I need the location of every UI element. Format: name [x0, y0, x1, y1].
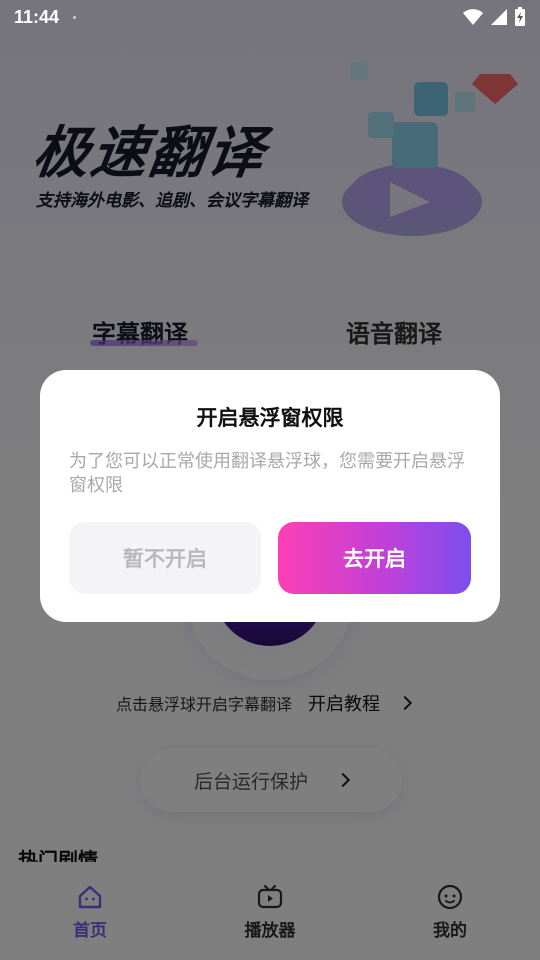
permission-dialog: 开启悬浮窗权限 为了您可以正常使用翻译悬浮球，您需要开启悬浮窗权限 暂不开启 去… [40, 370, 500, 622]
status-bar: 11:44 [0, 0, 540, 34]
cellular-signal-icon [491, 9, 507, 25]
status-time: 11:44 [14, 6, 60, 27]
dialog-message: 为了您可以正常使用翻译悬浮球，您需要开启悬浮窗权限 [69, 451, 465, 496]
dialog-title: 开启悬浮窗权限 [196, 406, 344, 430]
wifi-icon [463, 9, 483, 25]
status-icons [462, 7, 526, 27]
go-enable-button[interactable]: 去开启 [278, 522, 471, 594]
not-now-button[interactable]: 暂不开启 [69, 522, 261, 594]
battery-charging-icon [515, 7, 525, 26]
notification-dot [73, 15, 77, 19]
